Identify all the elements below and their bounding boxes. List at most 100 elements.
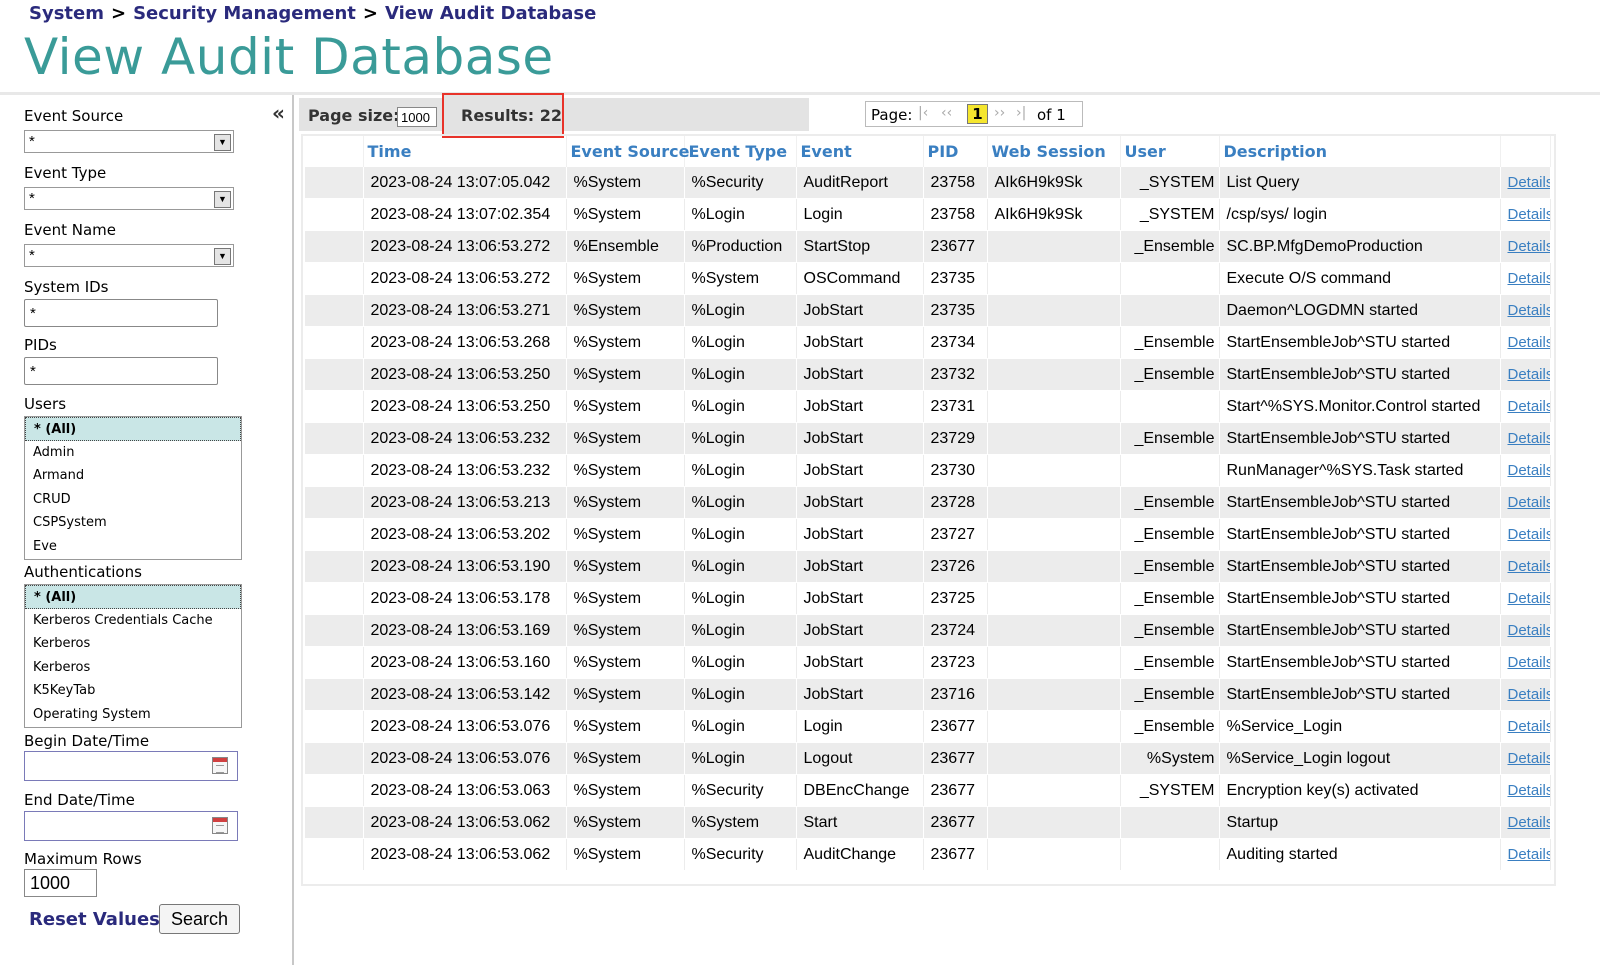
cell-event-type: %Login <box>684 518 797 551</box>
details-link[interactable]: Details <box>1508 398 1550 415</box>
users-listbox[interactable]: * (All) Admin Armand CRUD CSPSystem Eve <box>24 416 242 560</box>
pids-label: PIDs <box>24 336 57 354</box>
details-link[interactable]: Details <box>1508 334 1550 351</box>
chevron-down-icon[interactable]: ▼ <box>214 248 231 265</box>
details-link[interactable]: Details <box>1508 430 1550 447</box>
event-type-input[interactable] <box>25 188 211 209</box>
first-page-icon[interactable]: |‹ <box>918 105 928 121</box>
event-source-input[interactable] <box>25 131 211 152</box>
cell-details: Details <box>1500 262 1551 295</box>
cell-pid: 23734 <box>923 326 988 359</box>
column-header-web-session[interactable]: Web Session <box>987 136 1121 167</box>
details-link[interactable]: Details <box>1508 238 1550 255</box>
details-link[interactable]: Details <box>1508 846 1550 863</box>
list-item[interactable]: CSPSystem <box>25 511 241 535</box>
column-header-time[interactable]: Time <box>363 136 567 167</box>
cell-details: Details <box>1500 710 1551 743</box>
details-link[interactable]: Details <box>1508 782 1550 799</box>
calendar-icon[interactable] <box>212 757 228 774</box>
table-row: 2023-08-24 13:07:02.354 %System %Login Logi… <box>305 198 1551 231</box>
current-page[interactable]: 1 <box>967 104 988 124</box>
end-date-field[interactable] <box>24 811 238 841</box>
list-item[interactable]: Eve <box>25 535 241 559</box>
column-header-pid[interactable]: PID <box>923 136 988 167</box>
column-header-user[interactable]: User <box>1120 136 1220 167</box>
table-row: 2023-08-24 13:06:53.250 %System %Login JobS… <box>305 358 1551 391</box>
list-item[interactable]: Admin <box>25 441 241 465</box>
details-link[interactable]: Details <box>1508 174 1550 191</box>
reset-values-link[interactable]: Reset Values <box>29 909 160 930</box>
details-link[interactable]: Details <box>1508 686 1550 703</box>
breadcrumb-system[interactable]: System <box>29 3 104 24</box>
cell-event-source: %System <box>566 614 685 647</box>
cell-details: Details <box>1500 358 1551 391</box>
event-source-combo[interactable]: ▼ <box>24 130 234 153</box>
list-item[interactable]: Operating System <box>25 703 241 727</box>
page-title: View Audit Database <box>24 28 554 86</box>
chevron-down-icon[interactable]: ▼ <box>214 134 231 151</box>
breadcrumb-view-audit-database[interactable]: View Audit Database <box>385 3 596 24</box>
cell-event-source: %System <box>566 678 685 711</box>
cell-description: %Service_Login logout <box>1219 742 1501 775</box>
details-link[interactable]: Details <box>1508 494 1550 511</box>
cell-time: 2023-08-24 13:06:53.062 <box>363 838 567 871</box>
end-date-input[interactable] <box>25 812 208 838</box>
table-row: 2023-08-24 13:06:53.076 %System %Login Logo… <box>305 742 1551 775</box>
authentications-listbox[interactable]: * (All) Kerberos Credentials Cache Kerbe… <box>24 584 242 728</box>
pids-input[interactable] <box>24 357 218 385</box>
details-link[interactable]: Details <box>1508 718 1550 735</box>
last-page-icon[interactable]: ›| <box>1016 105 1026 121</box>
list-item[interactable]: * (All) <box>25 585 241 609</box>
system-ids-input[interactable] <box>24 299 218 327</box>
details-link[interactable]: Details <box>1508 270 1550 287</box>
previous-page-icon[interactable]: ‹‹ <box>941 105 952 121</box>
search-button[interactable]: Search <box>159 904 240 934</box>
breadcrumb-security-management[interactable]: Security Management <box>133 3 356 24</box>
event-name-combo[interactable]: ▼ <box>24 244 234 267</box>
cell-user: _Ensemble <box>1120 582 1220 615</box>
collapse-sidebar-icon[interactable]: « <box>272 101 285 125</box>
list-item[interactable]: K5KeyTab <box>25 679 241 703</box>
details-link[interactable]: Details <box>1508 302 1550 319</box>
details-link[interactable]: Details <box>1508 590 1550 607</box>
cell-web-session <box>987 742 1121 775</box>
event-type-combo[interactable]: ▼ <box>24 187 234 210</box>
details-link[interactable]: Details <box>1508 558 1550 575</box>
list-item[interactable]: CRUD <box>25 488 241 512</box>
table-row: 2023-08-24 13:06:53.062 %System %System Sta… <box>305 806 1551 839</box>
column-header-event[interactable]: Event <box>796 136 924 167</box>
details-link[interactable]: Details <box>1508 206 1550 223</box>
column-header-event-type[interactable]: Event Type <box>684 136 797 167</box>
details-link[interactable]: Details <box>1508 814 1550 831</box>
column-header-description[interactable]: Description <box>1219 136 1501 167</box>
row-spacer <box>305 326 364 359</box>
cell-time: 2023-08-24 13:06:53.160 <box>363 646 567 679</box>
column-header-event-source[interactable]: Event Source <box>566 136 689 167</box>
cell-event: JobStart <box>796 454 924 487</box>
details-link[interactable]: Details <box>1508 366 1550 383</box>
page-size-input[interactable] <box>397 107 437 127</box>
cell-description: StartEnsembleJob^STU started <box>1219 422 1501 455</box>
details-link[interactable]: Details <box>1508 526 1550 543</box>
cell-details: Details <box>1500 774 1551 807</box>
list-item[interactable]: Armand <box>25 464 241 488</box>
cell-event-source: %System <box>566 358 685 391</box>
begin-date-field[interactable] <box>24 751 238 781</box>
list-item[interactable]: Kerberos <box>25 656 241 680</box>
list-item[interactable]: Kerberos <box>25 632 241 656</box>
details-link[interactable]: Details <box>1508 462 1550 479</box>
calendar-icon[interactable] <box>212 817 228 834</box>
details-link[interactable]: Details <box>1508 622 1550 639</box>
table-header-row: Time Event Source Event Type Event PID W… <box>305 136 1551 167</box>
list-item[interactable]: * (All) <box>25 417 241 441</box>
chevron-down-icon[interactable]: ▼ <box>214 191 231 208</box>
details-link[interactable]: Details <box>1508 654 1550 671</box>
next-page-icon[interactable]: ›› <box>994 105 1005 121</box>
details-link[interactable]: Details <box>1508 750 1550 767</box>
event-name-input[interactable] <box>25 245 211 266</box>
cell-event-source: %System <box>566 167 685 199</box>
begin-date-input[interactable] <box>25 752 208 778</box>
table-row: 2023-08-24 13:06:53.232 %System %Login JobS… <box>305 454 1551 487</box>
list-item[interactable]: Kerberos Credentials Cache <box>25 609 241 633</box>
max-rows-input[interactable] <box>24 869 97 897</box>
